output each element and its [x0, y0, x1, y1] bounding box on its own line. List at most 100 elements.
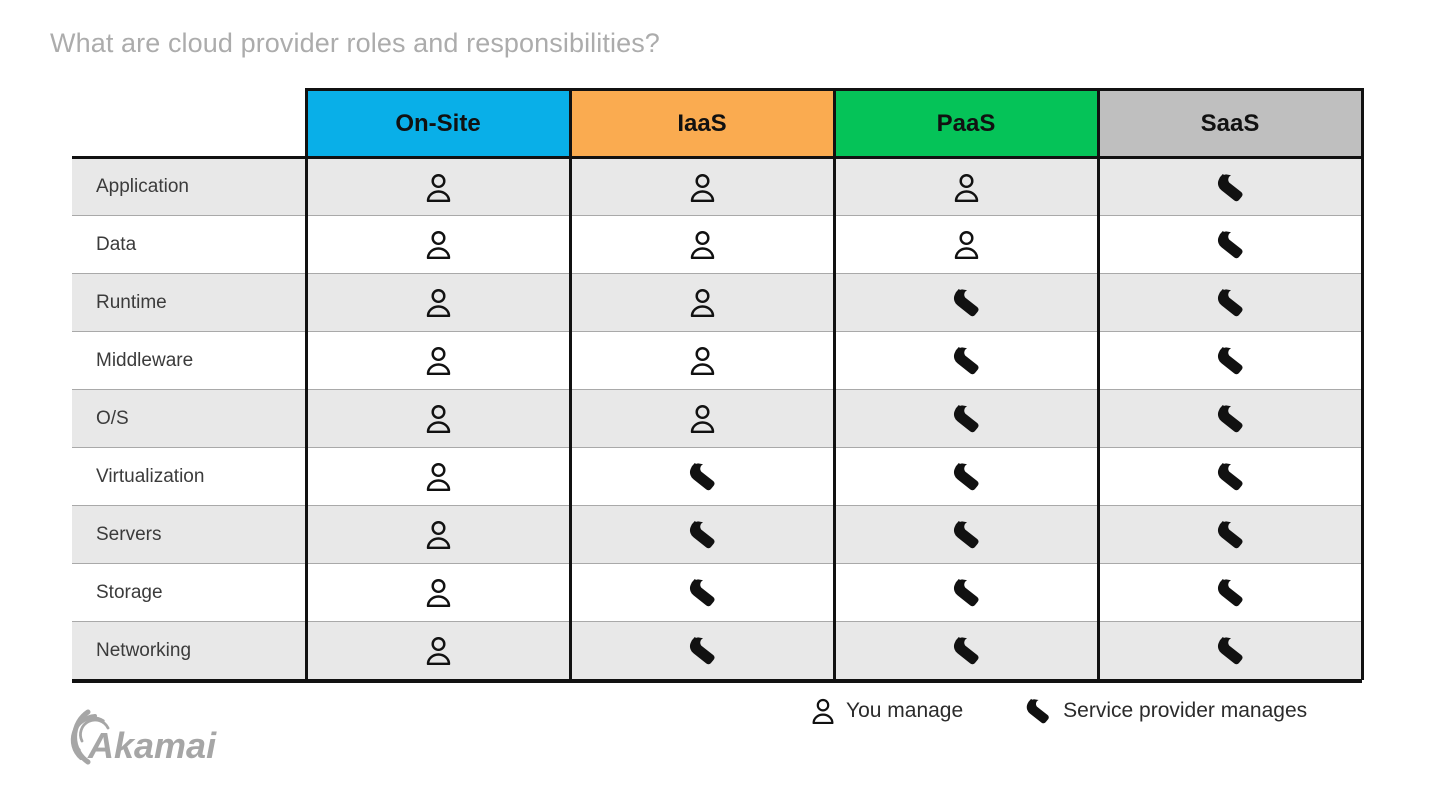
wrench-icon — [1216, 578, 1245, 607]
matrix-header: On-Site IaaS PaaS SaaS — [72, 90, 1362, 158]
cell-saas-middleware — [1098, 332, 1362, 390]
matrix-body: ApplicationDataRuntimeMiddlewareO/SVirtu… — [72, 158, 1362, 680]
column-header-on-site: On-Site — [306, 90, 570, 158]
person-icon — [954, 173, 979, 202]
row-label-middleware: Middleware — [72, 332, 306, 390]
wrench-icon — [1216, 520, 1245, 549]
table-row: Data — [72, 216, 1362, 274]
cell-iaas-virtualization — [570, 448, 834, 506]
table-row: Virtualization — [72, 448, 1362, 506]
table-row: Application — [72, 158, 1362, 216]
wrench-icon — [952, 404, 981, 433]
person-icon — [690, 173, 715, 202]
cell-on_site-data — [306, 216, 570, 274]
column-header-iaas: IaaS — [570, 90, 834, 158]
row-label-data: Data — [72, 216, 306, 274]
cell-saas-o-s — [1098, 390, 1362, 448]
table-row: Middleware — [72, 332, 1362, 390]
cell-on_site-application — [306, 158, 570, 216]
cell-paas-networking — [834, 622, 1098, 680]
cell-on_site-networking — [306, 622, 570, 680]
table-row: Runtime — [72, 274, 1362, 332]
cell-paas-application — [834, 158, 1098, 216]
wrench-icon — [1216, 636, 1245, 665]
cell-on_site-storage — [306, 564, 570, 622]
legend-label-provider-manages: Service provider manages — [1063, 699, 1307, 723]
wrench-icon — [688, 578, 717, 607]
person-icon — [426, 173, 451, 202]
cell-paas-servers — [834, 506, 1098, 564]
table-row: Storage — [72, 564, 1362, 622]
person-icon — [954, 230, 979, 259]
cell-iaas-storage — [570, 564, 834, 622]
cell-paas-virtualization — [834, 448, 1098, 506]
wrench-icon — [952, 636, 981, 665]
cell-on_site-middleware — [306, 332, 570, 390]
cell-iaas-runtime — [570, 274, 834, 332]
person-icon — [690, 404, 715, 433]
cell-saas-application — [1098, 158, 1362, 216]
wrench-icon — [1216, 288, 1245, 317]
wrench-icon — [952, 578, 981, 607]
wrench-icon — [952, 462, 981, 491]
person-icon — [426, 636, 451, 665]
column-header-saas: SaaS — [1098, 90, 1362, 158]
person-icon — [426, 288, 451, 317]
cell-paas-storage — [834, 564, 1098, 622]
row-label-servers: Servers — [72, 506, 306, 564]
wrench-icon — [1216, 230, 1245, 259]
wrench-icon — [1216, 346, 1245, 375]
person-icon — [812, 698, 834, 724]
cell-on_site-servers — [306, 506, 570, 564]
akamai-logo: Akamai — [48, 706, 228, 768]
cell-paas-data — [834, 216, 1098, 274]
cell-saas-storage — [1098, 564, 1362, 622]
wrench-icon — [1216, 404, 1245, 433]
cell-saas-networking — [1098, 622, 1362, 680]
person-icon — [426, 462, 451, 491]
wrench-icon — [688, 520, 717, 549]
person-icon — [426, 404, 451, 433]
cell-iaas-application — [570, 158, 834, 216]
cell-on_site-runtime — [306, 274, 570, 332]
cell-on_site-o-s — [306, 390, 570, 448]
cell-paas-runtime — [834, 274, 1098, 332]
cell-paas-o-s — [834, 390, 1098, 448]
legend-item-provider-manages: Service provider manages — [1025, 698, 1307, 724]
wrench-icon — [952, 520, 981, 549]
legend-item-you-manage: You manage — [812, 698, 963, 724]
cell-saas-virtualization — [1098, 448, 1362, 506]
wrench-icon — [1216, 173, 1245, 202]
legend-label-you-manage: You manage — [846, 699, 963, 723]
cell-iaas-middleware — [570, 332, 834, 390]
page-title: What are cloud provider roles and respon… — [50, 28, 660, 59]
column-header-paas: PaaS — [834, 90, 1098, 158]
wrench-icon — [952, 288, 981, 317]
header-corner-cell — [72, 90, 306, 158]
wrench-icon — [1216, 462, 1245, 491]
person-icon — [690, 288, 715, 317]
cell-on_site-virtualization — [306, 448, 570, 506]
person-icon — [690, 346, 715, 375]
cell-iaas-servers — [570, 506, 834, 564]
row-label-application: Application — [72, 158, 306, 216]
person-icon — [426, 230, 451, 259]
header-row: On-Site IaaS PaaS SaaS — [72, 90, 1362, 158]
legend: You manage Service provider manages — [812, 698, 1307, 724]
person-icon — [426, 520, 451, 549]
table-row: O/S — [72, 390, 1362, 448]
cell-iaas-networking — [570, 622, 834, 680]
akamai-wordmark: Akamai — [87, 725, 217, 766]
cell-saas-data — [1098, 216, 1362, 274]
table-row: Networking — [72, 622, 1362, 680]
cell-saas-servers — [1098, 506, 1362, 564]
row-label-networking: Networking — [72, 622, 306, 680]
cell-saas-runtime — [1098, 274, 1362, 332]
cell-iaas-o-s — [570, 390, 834, 448]
cell-paas-middleware — [834, 332, 1098, 390]
row-label-virtualization: Virtualization — [72, 448, 306, 506]
wrench-icon — [952, 346, 981, 375]
cell-iaas-data — [570, 216, 834, 274]
wrench-icon — [688, 462, 717, 491]
person-icon — [426, 578, 451, 607]
